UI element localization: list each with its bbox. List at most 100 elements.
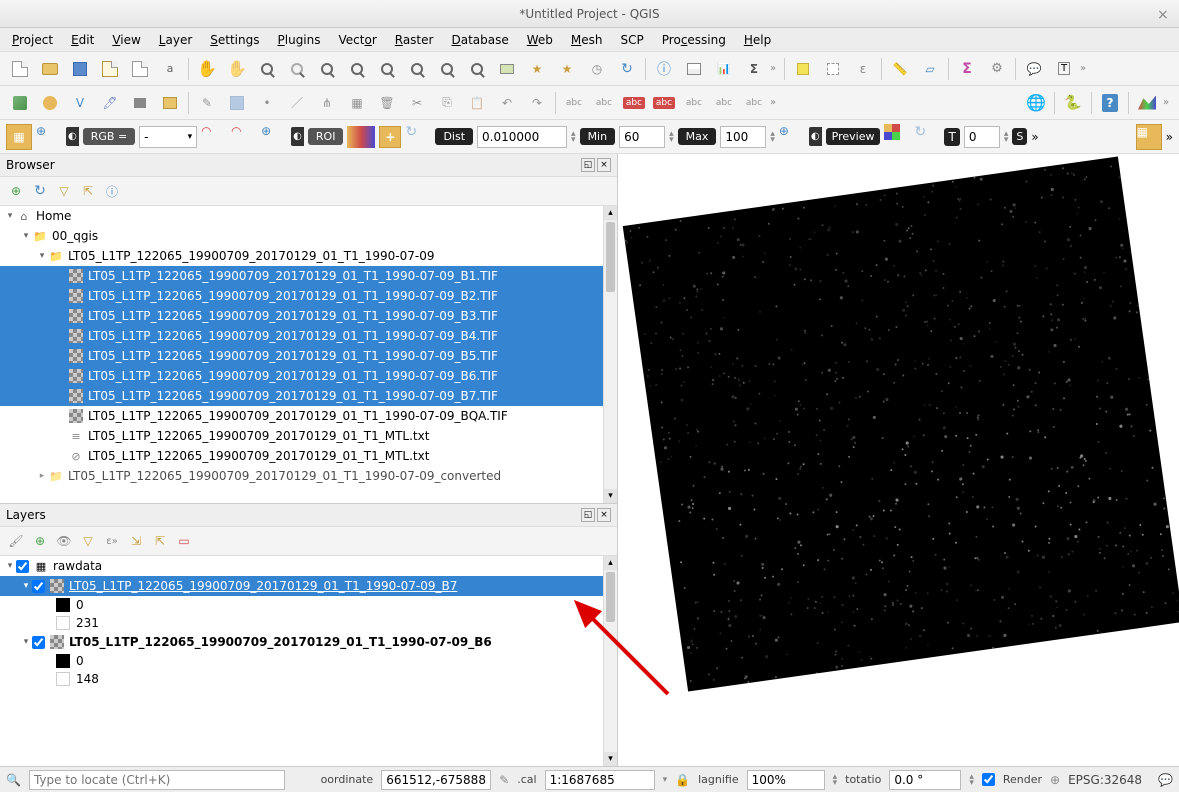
browser-filter-button[interactable]: ▽	[54, 181, 74, 201]
messages-icon[interactable]: 💬	[1158, 773, 1173, 787]
select-by-expression-button[interactable]: ε	[849, 55, 877, 83]
menu-mesh[interactable]: Mesh	[565, 31, 609, 49]
zoom-native-button[interactable]	[313, 55, 341, 83]
scp-roi-pointer-button[interactable]: ⊕	[261, 124, 287, 150]
label-abc3-button[interactable]: abc	[680, 89, 708, 117]
layers-close-button[interactable]: ×	[597, 508, 611, 522]
layers-scroll-up[interactable]: ▴	[604, 556, 617, 570]
scp-preview-pointer-button[interactable]: ⊕	[779, 124, 805, 150]
menu-settings[interactable]: Settings	[204, 31, 265, 49]
tree-file-mtl2[interactable]: ⊘LT05_L1TP_122065_19900709_20170129_01_T…	[0, 446, 617, 466]
add-line-button[interactable]: ／	[283, 89, 311, 117]
map-canvas[interactable]	[618, 154, 1179, 766]
layer-b6-checkbox[interactable]	[32, 636, 45, 649]
modify-attributes-button[interactable]: ▦	[343, 89, 371, 117]
menu-plugins[interactable]: Plugins	[272, 31, 327, 49]
scp-spectral2-button[interactable]: ◠	[231, 124, 257, 150]
toggle-editing-button[interactable]: ✎	[193, 89, 221, 117]
tree-file-b4[interactable]: LT05_L1TP_122065_19900709_20170129_01_T1…	[0, 326, 617, 346]
tree-file-b3[interactable]: LT05_L1TP_122065_19900709_20170129_01_T1…	[0, 306, 617, 326]
undo-button[interactable]: ↶	[493, 89, 521, 117]
layer-b7-checkbox[interactable]	[32, 580, 45, 593]
menu-scp[interactable]: SCP	[615, 31, 650, 49]
cut-features-button[interactable]: ✂	[403, 89, 431, 117]
temporal-button[interactable]: ◷	[583, 55, 611, 83]
new-map-view-button[interactable]	[493, 55, 521, 83]
label-abc-button[interactable]: abc	[560, 89, 588, 117]
menu-database[interactable]: Database	[445, 31, 514, 49]
group-checkbox[interactable]	[16, 560, 29, 573]
menu-raster[interactable]: Raster	[389, 31, 440, 49]
add-feature-button[interactable]: •	[253, 89, 281, 117]
layers-expand-button[interactable]: ⇲	[126, 531, 146, 551]
layers-remove-button[interactable]: ▭	[174, 531, 194, 551]
new-bookmark-button[interactable]: ★	[523, 55, 551, 83]
copy-features-button[interactable]: ⎘	[433, 89, 461, 117]
browser-properties-button[interactable]: ⓘ	[102, 181, 122, 201]
tree-file-b2[interactable]: LT05_L1TP_122065_19900709_20170129_01_T1…	[0, 286, 617, 306]
min-input[interactable]	[619, 126, 665, 148]
menu-web[interactable]: Web	[521, 31, 559, 49]
browser-scrollbar[interactable]: ▴ ▾	[603, 206, 617, 503]
locator-input[interactable]	[29, 770, 285, 790]
refresh-button[interactable]: ↻	[613, 55, 641, 83]
menu-edit[interactable]: Edit	[65, 31, 100, 49]
scroll-up-icon[interactable]: ▴	[604, 206, 617, 220]
menu-processing[interactable]: Processing	[656, 31, 732, 49]
layers-visibility-button[interactable]: 👁	[54, 531, 74, 551]
save-project-button[interactable]	[66, 55, 94, 83]
rotation-input[interactable]	[889, 770, 961, 790]
tree-file-b1[interactable]: LT05_L1TP_122065_19900709_20170129_01_T1…	[0, 266, 617, 286]
scp-input-button[interactable]: ▦	[6, 124, 32, 150]
tree-file-b5[interactable]: LT05_L1TP_122065_19900709_20170129_01_T1…	[0, 346, 617, 366]
layers-collapse-button[interactable]: ⇱	[150, 531, 170, 551]
sigma-button[interactable]: Σ	[953, 55, 981, 83]
tree-file-bqa[interactable]: LT05_L1TP_122065_19900709_20170129_01_T1…	[0, 406, 617, 426]
maptips-button[interactable]: 💬	[1020, 55, 1048, 83]
browser-undock-button[interactable]: ◱	[581, 158, 595, 172]
open-attribute-table-button[interactable]	[680, 55, 708, 83]
processing-toolbox-button[interactable]: 🌐	[1022, 89, 1050, 117]
menu-project[interactable]: Project	[6, 31, 59, 49]
menu-layer[interactable]: Layer	[153, 31, 198, 49]
tree-file-mtl1[interactable]: ≡LT05_L1TP_122065_19900709_20170129_01_T…	[0, 426, 617, 446]
label-abc5-button[interactable]: abc	[740, 89, 768, 117]
toolbar-overflow-1[interactable]: »	[770, 63, 780, 74]
crs-button[interactable]: EPSG:32648	[1068, 773, 1142, 787]
deselect-button[interactable]	[819, 55, 847, 83]
redo-button[interactable]: ↷	[523, 89, 551, 117]
paste-features-button[interactable]: 📋	[463, 89, 491, 117]
label-abc4-button[interactable]: abc	[710, 89, 738, 117]
tree-file-b7[interactable]: LT05_L1TP_122065_19900709_20170129_01_T1…	[0, 386, 617, 406]
scp-plus-button[interactable]: +	[379, 126, 401, 148]
dist-input[interactable]	[477, 126, 567, 148]
help-button[interactable]: ?	[1096, 89, 1124, 117]
label-tool-red[interactable]: abc	[620, 89, 648, 117]
scp-spectral-button[interactable]: ◠	[201, 124, 227, 150]
zoom-last-button[interactable]	[433, 55, 461, 83]
new-print-layout-button[interactable]	[96, 55, 124, 83]
layers-scrollbar[interactable]: ▴ ▾	[603, 556, 617, 766]
layer-b6[interactable]: ▾LT05_L1TP_122065_19900709_20170129_01_T…	[0, 632, 617, 652]
label-tool-red2[interactable]: abc	[650, 89, 678, 117]
annotation-button[interactable]: T	[1050, 55, 1078, 83]
new-virtual-button[interactable]	[126, 89, 154, 117]
t-input[interactable]	[964, 126, 1000, 148]
statistics-button[interactable]: Σ	[740, 55, 768, 83]
layers-tree[interactable]: ▾▦rawdata ▾LT05_L1TP_122065_19900709_201…	[0, 556, 617, 766]
magnifier-input[interactable]	[747, 770, 825, 790]
close-icon[interactable]: ×	[1157, 7, 1171, 21]
new-project-button[interactable]	[6, 55, 34, 83]
toolbox-button[interactable]: ⚙	[983, 55, 1011, 83]
pan-button[interactable]: ✋	[193, 55, 221, 83]
scp-dock-button[interactable]: ▦	[1136, 124, 1162, 150]
crs-icon[interactable]: ⊕	[1050, 773, 1060, 787]
layers-add-group-button[interactable]: ⊕	[30, 531, 50, 551]
identify-button[interactable]: ⓘ	[650, 55, 678, 83]
new-spatialite-button[interactable]: 🖊	[96, 89, 124, 117]
bookmarks-button[interactable]: ★	[553, 55, 581, 83]
python-console-button[interactable]: 🐍	[1059, 89, 1087, 117]
zoom-selection-button[interactable]	[373, 55, 401, 83]
scroll-thumb[interactable]	[606, 222, 615, 292]
layers-expr-button[interactable]: ε»	[102, 531, 122, 551]
